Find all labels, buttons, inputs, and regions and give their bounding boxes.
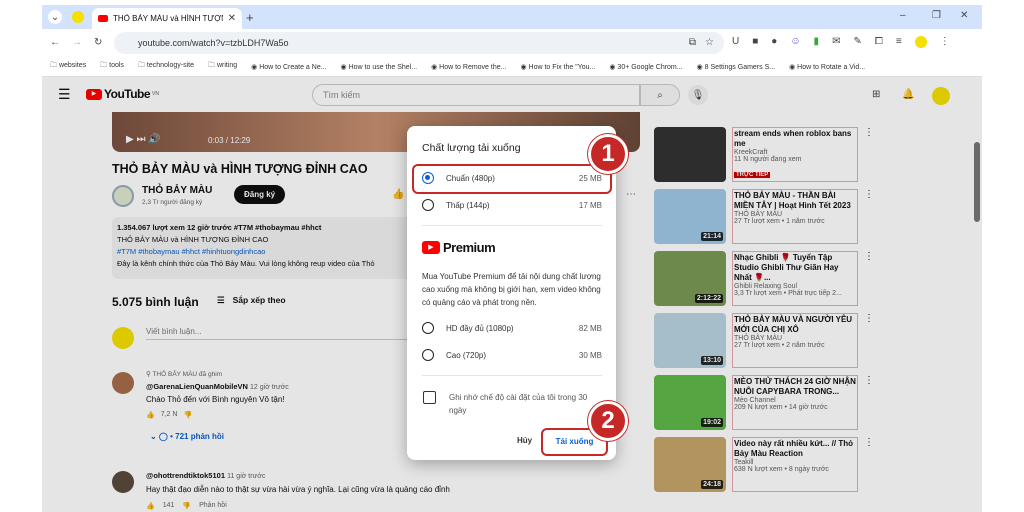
- annotation-badge-2: 2: [588, 401, 628, 441]
- address-bar-row: ← → ↻ youtube.com/watch?v=tzbLDH7Wa5o ⧉ …: [42, 29, 982, 57]
- avatar-icon[interactable]: [914, 36, 927, 48]
- url-input[interactable]: youtube.com/watch?v=tzbLDH7Wa5o ⧉ ☆: [114, 32, 724, 54]
- extension-icon[interactable]: ●: [771, 36, 777, 48]
- option-480p[interactable]: Chuẩn (480p) 25 MB: [422, 172, 602, 184]
- divider: [422, 375, 602, 376]
- extension-icon[interactable]: U: [732, 36, 739, 48]
- bookmark-item[interactable]: 🗀 writing: [208, 61, 237, 72]
- close-window-icon[interactable]: ✕: [960, 10, 968, 21]
- radio-selected[interactable]: [422, 172, 434, 184]
- option-144p[interactable]: Thấp (144p) 17 MB: [422, 199, 602, 211]
- reload-icon[interactable]: ↻: [94, 37, 102, 48]
- youtube-logo-icon: ▶: [422, 241, 440, 254]
- extensions: U ■ ● ☺ ▮ ✉ ✎ ⧠ ≡ ⋮: [732, 36, 950, 48]
- bookmark-item[interactable]: ◉ 30+ Google Chrom...: [609, 63, 682, 71]
- dialog-title: Chất lượng tải xuống: [422, 142, 521, 154]
- restore-icon[interactable]: ❐: [932, 10, 941, 21]
- bookmark-item[interactable]: 🗀 websites: [50, 61, 86, 72]
- extension-icon[interactable]: ▮: [814, 36, 820, 48]
- remember-label: Ghi nhớ chế độ cài đặt của tôi trong 30 …: [449, 393, 588, 415]
- bookmark-star-icon[interactable]: ☆: [705, 37, 714, 48]
- site-icon: ◉: [251, 63, 258, 71]
- tab-active[interactable]: THỎ BẢY MÀU và HÌNH TƯỢNG ✕: [92, 8, 242, 29]
- option-1080p[interactable]: HD đầy đủ (1080p) 82 MB: [422, 322, 602, 334]
- bookmark-item[interactable]: 🗀 technology-site: [138, 61, 194, 72]
- tab-bar: ⌄ THỎ BẢY MÀU và HÌNH TƯỢNG ✕ + – ❐ ✕: [42, 5, 982, 29]
- divider: [422, 225, 602, 226]
- url-text: youtube.com/watch?v=tzbLDH7Wa5o: [138, 38, 289, 48]
- site-icon: ◉: [789, 63, 796, 71]
- back-icon[interactable]: ←: [50, 37, 60, 48]
- install-icon[interactable]: ⧉: [689, 37, 696, 48]
- premium-text: Mua YouTube Premium để tải nội dung chất…: [422, 272, 601, 307]
- extension-icon[interactable]: ☺: [790, 36, 800, 48]
- bookmark-item[interactable]: ◉ How to Create a Ne...: [251, 63, 326, 71]
- radio[interactable]: [422, 322, 434, 334]
- bookmark-item[interactable]: ◉ How to Rotate a Vid...: [789, 63, 865, 71]
- menu-icon[interactable]: ⋮: [940, 36, 950, 48]
- extension-icon[interactable]: ■: [752, 36, 758, 48]
- radio[interactable]: [422, 199, 434, 211]
- bookmarks-bar: 🗀 websites 🗀 tools 🗀 technology-site 🗀 writ…: [42, 57, 982, 77]
- bookmark-item[interactable]: ◉ How to Remove the...: [431, 63, 506, 71]
- tab-search-icon[interactable]: ⌄: [48, 10, 62, 24]
- folder-icon: 🗀: [50, 62, 57, 69]
- site-icon: ◉: [520, 63, 527, 71]
- media-icon[interactable]: ≡: [896, 36, 902, 48]
- new-tab-icon[interactable]: +: [246, 10, 254, 25]
- site-icon: ◉: [696, 63, 703, 71]
- close-tab-icon[interactable]: ✕: [228, 13, 236, 24]
- profile-icon[interactable]: [72, 11, 84, 23]
- site-icon: ◉: [609, 63, 616, 71]
- site-icon: ◉: [340, 63, 347, 71]
- remember-checkbox[interactable]: [423, 391, 436, 404]
- bookmark-item[interactable]: ◉ 8 Settings Gamers S...: [697, 63, 775, 71]
- youtube-favicon-icon: [98, 15, 108, 22]
- folder-icon: 🗀: [207, 62, 215, 69]
- option-720p[interactable]: Cao (720p) 30 MB: [422, 349, 602, 361]
- bookmark-item[interactable]: ◉ How to Fix the "You...: [520, 63, 595, 71]
- annotation-badge-1: 1: [588, 134, 628, 174]
- cancel-button[interactable]: Hủy: [517, 436, 532, 445]
- mail-icon[interactable]: ✉: [832, 36, 840, 48]
- premium-logo: ▶ Premium: [422, 240, 496, 255]
- pen-icon[interactable]: ✎: [853, 36, 861, 48]
- radio[interactable]: [422, 349, 434, 361]
- download-quality-dialog: Chất lượng tải xuống Chuẩn (480p) 25 MB T…: [407, 126, 616, 460]
- bookmark-item[interactable]: 🗀 tools: [100, 61, 124, 72]
- bookmark-item[interactable]: ◉ How to use the Shel...: [341, 63, 418, 71]
- folder-icon: 🗀: [137, 62, 145, 69]
- forward-icon[interactable]: →: [72, 37, 82, 48]
- minimize-icon[interactable]: –: [900, 10, 906, 21]
- puzzle-icon[interactable]: ⧠: [875, 36, 883, 48]
- site-icon: ◉: [431, 63, 438, 71]
- folder-icon: 🗀: [100, 62, 108, 69]
- tab-title: THỎ BẢY MÀU và HÌNH TƯỢNG: [113, 14, 223, 23]
